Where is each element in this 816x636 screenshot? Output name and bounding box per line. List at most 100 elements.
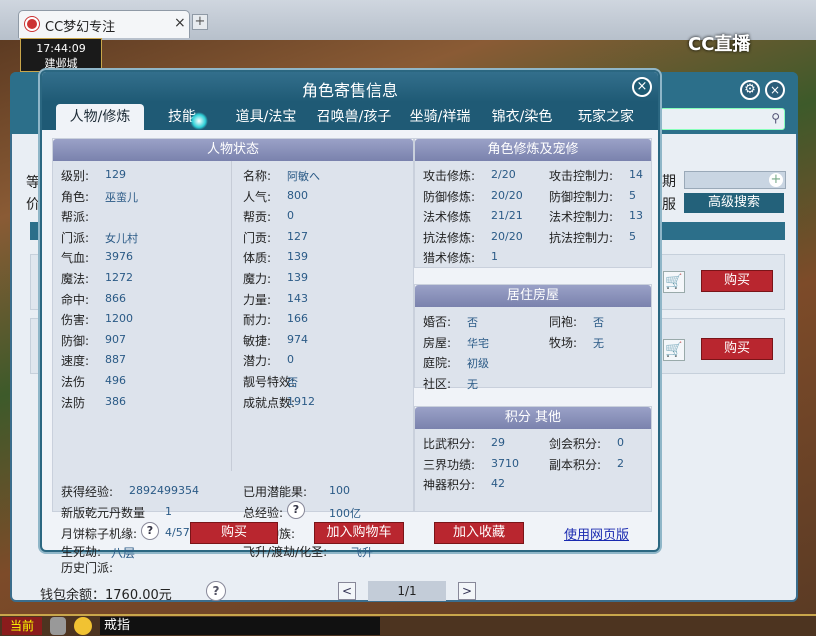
- cultivation-value: 5: [629, 189, 636, 202]
- stat-value: 129: [105, 168, 126, 181]
- tab-mounts[interactable]: 坐骑/祥瑞: [402, 104, 478, 130]
- add-to-cart-button[interactable]: 加入购物车: [314, 522, 404, 544]
- zongzi-value: 4/57: [165, 526, 190, 539]
- exp-value: 2892499354: [129, 484, 199, 497]
- life-label: 生死劫:: [61, 545, 102, 559]
- help-icon[interactable]: ?: [287, 501, 305, 519]
- settings-gear-icon[interactable]: ⚙: [740, 80, 760, 100]
- date-filter-input[interactable]: +: [684, 171, 786, 189]
- page-indicator: 1/1: [368, 581, 446, 601]
- qianyuan-value: 1: [165, 505, 172, 518]
- stat-value: 166: [287, 312, 308, 325]
- potential-label: 已用潜能果:: [243, 485, 308, 499]
- score-label: 三界功绩:: [423, 458, 476, 472]
- stat-value: 否: [287, 376, 298, 389]
- side-label-level: 等: [26, 175, 40, 191]
- stat-label: 人气:: [243, 190, 272, 204]
- tab-character[interactable]: 人物/修炼: [56, 104, 144, 130]
- cultivation-label: 防御控制力:: [549, 190, 614, 204]
- next-page-button[interactable]: >: [458, 582, 476, 600]
- list-buy-button[interactable]: 购买: [701, 270, 773, 292]
- prev-page-button[interactable]: <: [338, 582, 356, 600]
- stat-value: 127: [287, 230, 308, 243]
- stat-value: 1912: [287, 395, 315, 408]
- fly-label: 飞升/渡劫/化圣:: [243, 545, 328, 559]
- tab-home[interactable]: 玩家之家: [568, 104, 644, 130]
- score-value: 3710: [491, 457, 519, 470]
- help-icon[interactable]: ?: [141, 522, 159, 540]
- cart-icon[interactable]: 🛒: [663, 271, 685, 293]
- score-value: 2: [617, 457, 624, 470]
- cultivation-label: 法术修炼: [423, 210, 472, 224]
- status-header: 人物状态: [53, 139, 413, 161]
- cultivation-label: 攻击修炼:: [423, 169, 476, 183]
- store-close-icon[interactable]: ×: [765, 80, 785, 100]
- dialog-tabs: 人物/修炼 技能 道具/法宝 召唤兽/孩子 坐骑/祥瑞 锦衣/染色 玩家之家: [42, 102, 658, 130]
- cultivation-label: 抗法修炼:: [423, 231, 476, 245]
- house-label: 牧场:: [549, 336, 578, 350]
- cultivation-value: 1: [491, 250, 498, 263]
- stream-logo: CC直播: [688, 34, 751, 55]
- browser-tab[interactable]: CC梦幻专注 ×: [18, 10, 190, 38]
- new-tab-button[interactable]: +: [192, 14, 208, 30]
- stat-label: 力量:: [243, 293, 272, 307]
- search-icon[interactable]: ⚲: [771, 111, 780, 125]
- add-to-favorites-button[interactable]: 加入收藏: [434, 522, 524, 544]
- stat-label: 帮派:: [61, 210, 90, 224]
- dialog-title: 角色寄售信息: [301, 81, 398, 100]
- stat-label: 魔法:: [61, 272, 90, 286]
- list-buy-button[interactable]: 购买: [701, 338, 773, 360]
- cultivation-value: 13: [629, 209, 643, 222]
- stat-value: 386: [105, 395, 126, 408]
- stat-label: 魔力:: [243, 272, 272, 286]
- house-value: 否: [593, 316, 604, 329]
- stat-value: 0: [287, 353, 294, 366]
- house-value: 无: [593, 337, 604, 350]
- tab-pets[interactable]: 召唤兽/孩子: [310, 104, 398, 130]
- help-icon[interactable]: ?: [206, 581, 226, 601]
- stat-label: 潜力:: [243, 354, 272, 368]
- house-value: 无: [467, 378, 478, 391]
- channel-current[interactable]: 当前: [2, 617, 42, 635]
- location-name: 建邺城: [44, 57, 78, 70]
- stat-value: 974: [287, 333, 308, 346]
- house-value: 华宅: [467, 337, 489, 350]
- stat-label: 体质:: [243, 251, 272, 265]
- store-search-input[interactable]: ⚲: [660, 108, 785, 130]
- tab-outfits[interactable]: 锦衣/染色: [484, 104, 560, 130]
- stat-value: 800: [287, 189, 308, 202]
- divider: [231, 161, 232, 471]
- cultivation-label: 抗法控制力:: [549, 231, 614, 245]
- stat-label: 敏捷:: [243, 334, 272, 348]
- advanced-search-button[interactable]: 高级搜索: [684, 193, 784, 213]
- buy-button[interactable]: 购买: [190, 522, 278, 544]
- tab-close-icon[interactable]: ×: [174, 15, 186, 31]
- cultivation-value: 20/20: [491, 230, 523, 243]
- house-label: 社区:: [423, 377, 452, 391]
- chat-input[interactable]: 戒指: [100, 617, 380, 635]
- stat-label: 级别:: [61, 169, 90, 183]
- cursor-sparkle-icon: [190, 112, 208, 130]
- stat-value: 3976: [105, 250, 133, 263]
- web-version-link[interactable]: 使用网页版: [564, 524, 629, 543]
- dialog-close-icon[interactable]: ×: [632, 77, 652, 97]
- score-header: 积分 其他: [415, 407, 651, 429]
- site-favicon-icon: [25, 17, 39, 31]
- side-label-price: 价: [26, 197, 40, 213]
- stat-label: 防御:: [61, 334, 90, 348]
- cart-icon[interactable]: 🛒: [663, 339, 685, 361]
- microphone-icon[interactable]: [50, 617, 66, 635]
- cultivation-header: 角色修炼及宠修: [415, 139, 651, 161]
- stat-value: 1200: [105, 312, 133, 325]
- stat-label: 门贡:: [243, 231, 272, 245]
- cultivation-value: 2/20: [491, 168, 516, 181]
- score-label: 副本积分:: [549, 458, 602, 472]
- stat-value: 1272: [105, 271, 133, 284]
- house-value: 否: [467, 316, 478, 329]
- add-icon[interactable]: +: [769, 173, 783, 187]
- tab-items[interactable]: 道具/法宝: [228, 104, 304, 130]
- potential-value: 100: [329, 484, 350, 497]
- emoji-icon[interactable]: [74, 617, 92, 635]
- stat-value: 887: [105, 353, 126, 366]
- stat-label: 伤害:: [61, 313, 90, 327]
